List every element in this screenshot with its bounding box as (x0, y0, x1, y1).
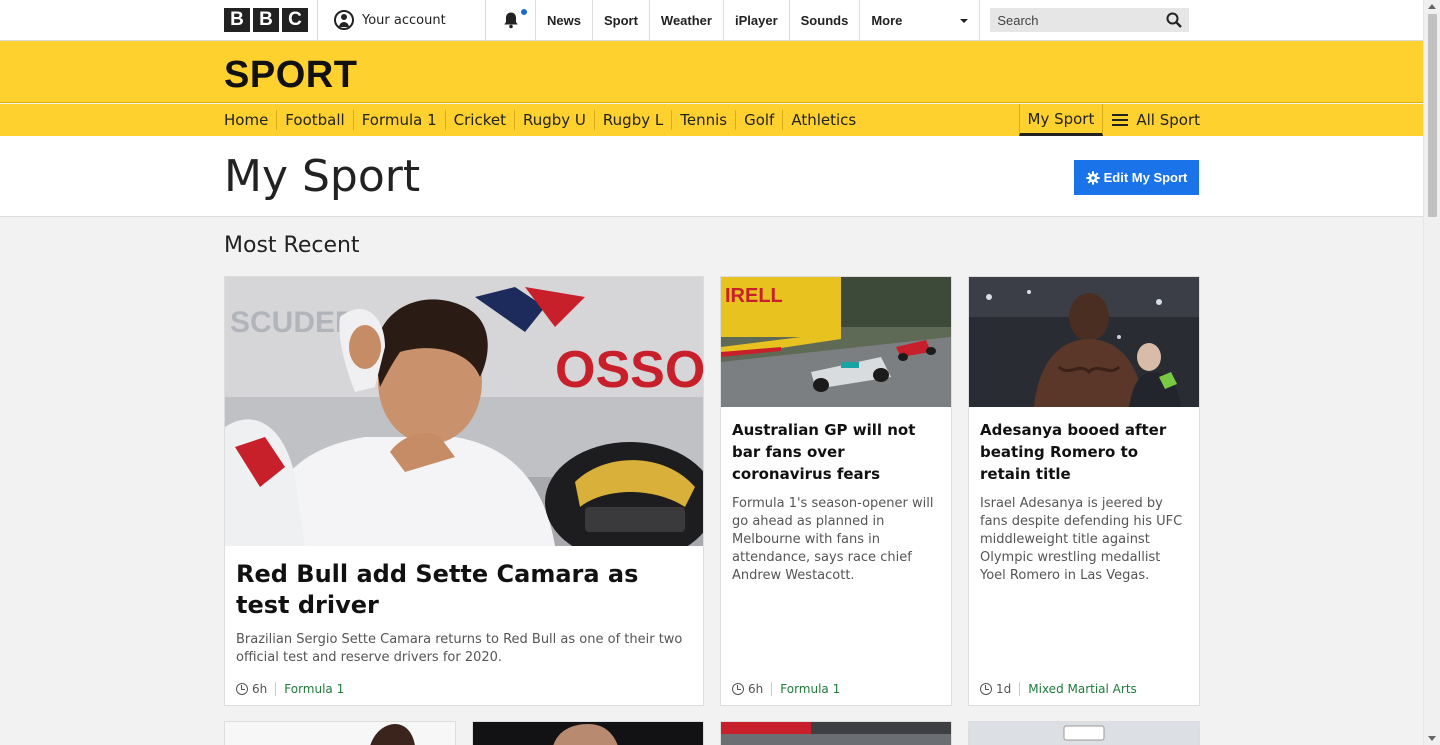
story-tag[interactable]: Formula 1 (780, 682, 840, 696)
topnav-iplayer[interactable]: iPlayer (724, 0, 790, 40)
account-label: Your account (362, 12, 446, 28)
sport-nav-cricket[interactable]: Cricket (444, 110, 514, 130)
svg-text:OSSO: OSSO (555, 341, 703, 399)
story-card[interactable] (224, 721, 456, 745)
bbc-logo-letter: B (224, 8, 250, 32)
search-placeholder: Search (997, 12, 1039, 28)
chevron-down-icon (960, 19, 969, 23)
scroll-down-arrow-icon[interactable] (1428, 736, 1436, 741)
story-meta: 6h Formula 1 (732, 682, 840, 696)
clock-icon (732, 683, 744, 695)
clock-icon (236, 683, 248, 695)
story-summary: Israel Adesanya is jeered by fans despit… (980, 496, 1183, 583)
sport-nav-rugby-league[interactable]: Rugby L (593, 110, 671, 130)
sport-nav-my-sport[interactable]: My Sport (1018, 104, 1104, 136)
sport-title[interactable]: SPORT (224, 54, 357, 97)
story-image: SCUDER OSSO (225, 277, 703, 546)
story-image (225, 722, 455, 745)
sport-nav-formula-1[interactable]: Formula 1 (352, 110, 445, 130)
sport-nav-golf[interactable]: Golf (735, 110, 782, 130)
story-card[interactable]: Adesanya booed after beating Romero to r… (968, 276, 1200, 706)
story-tag[interactable]: Mixed Martial Arts (1028, 682, 1137, 696)
story-summary: Brazilian Sergio Sette Camara returns to… (236, 632, 683, 665)
bell-icon (503, 12, 518, 29)
bbc-logo[interactable]: B B C (224, 0, 318, 40)
section-heading: Most Recent (224, 233, 360, 258)
notification-dot (521, 9, 527, 15)
story-image (721, 722, 951, 745)
story-card[interactable]: IRELL Australian GP will not bar fans ov… (720, 276, 952, 706)
story-image: IRELL (721, 277, 951, 407)
page-scrollbar[interactable] (1423, 0, 1440, 745)
story-tag[interactable]: Formula 1 (284, 682, 344, 696)
gear-icon (1085, 170, 1100, 185)
page-title: My Sport (224, 151, 421, 202)
story-card[interactable]: SCUDER OSSO Red Bull add Sette Camara as… (224, 276, 704, 706)
meta-divider (275, 682, 277, 696)
topnav-news[interactable]: News (536, 0, 593, 40)
story-summary: Formula 1's season-opener will go ahead … (732, 496, 934, 583)
edit-my-sport-button[interactable]: Edit My Sport (1074, 160, 1199, 195)
story-meta: 1d Mixed Martial Arts (980, 682, 1137, 696)
story-headline[interactable]: Australian GP will not bar fans over cor… (732, 419, 940, 485)
story-image (969, 722, 1199, 745)
story-image (969, 277, 1199, 407)
all-sport-label: All Sport (1136, 111, 1200, 129)
story-card[interactable] (720, 721, 952, 745)
topnav-weather[interactable]: Weather (650, 0, 724, 40)
story-headline[interactable]: Red Bull add Sette Camara as test driver (236, 559, 692, 621)
story-image (473, 722, 703, 745)
more-label: More (871, 12, 903, 28)
sport-nav-tennis[interactable]: Tennis (671, 110, 735, 130)
search-input[interactable]: Search (990, 8, 1190, 32)
story-time: 1d (996, 682, 1012, 696)
notifications-button[interactable] (486, 0, 536, 40)
story-headline[interactable]: Adesanya booed after beating Romero to r… (980, 419, 1188, 485)
sport-nav-athletics[interactable]: Athletics (782, 110, 864, 130)
topnav-sport[interactable]: Sport (593, 0, 650, 40)
sport-nav-rugby-union[interactable]: Rugby U (513, 110, 594, 130)
sport-nav-all-sport[interactable]: All Sport (1103, 104, 1200, 136)
meta-divider (771, 682, 773, 696)
clock-icon (980, 683, 992, 695)
menu-icon (1112, 114, 1129, 126)
story-card[interactable] (968, 721, 1200, 745)
edit-button-label: Edit My Sport (1103, 170, 1188, 185)
scroll-up-arrow-icon[interactable] (1428, 4, 1436, 9)
story-time: 6h (252, 682, 268, 696)
story-meta: 6h Formula 1 (236, 682, 344, 696)
sport-nav-football[interactable]: Football (276, 110, 352, 130)
search-icon[interactable] (1166, 12, 1183, 28)
bbc-global-nav: B B C Your account News Sport Weather iP… (0, 0, 1423, 41)
meta-divider (1019, 682, 1021, 696)
sport-nav-home[interactable]: Home (224, 110, 276, 130)
svg-text:SCUDER: SCUDER (230, 306, 357, 339)
bbc-logo-letter: B (253, 8, 279, 32)
story-card[interactable] (472, 721, 704, 745)
sport-nav: Home Football Formula 1 Cricket Rugby U … (0, 104, 1423, 136)
story-time: 6h (748, 682, 764, 696)
topnav-more[interactable]: More (860, 0, 981, 40)
sport-header: SPORT (0, 41, 1423, 103)
account-icon (334, 10, 354, 30)
bbc-logo-letter: C (282, 8, 308, 32)
your-account-link[interactable]: Your account (318, 0, 486, 40)
svg-text:IRELL: IRELL (725, 285, 783, 307)
scroll-thumb[interactable] (1428, 14, 1437, 217)
topnav-sounds[interactable]: Sounds (790, 0, 861, 40)
page-title-band: My Sport Edit My Sport (0, 136, 1423, 217)
